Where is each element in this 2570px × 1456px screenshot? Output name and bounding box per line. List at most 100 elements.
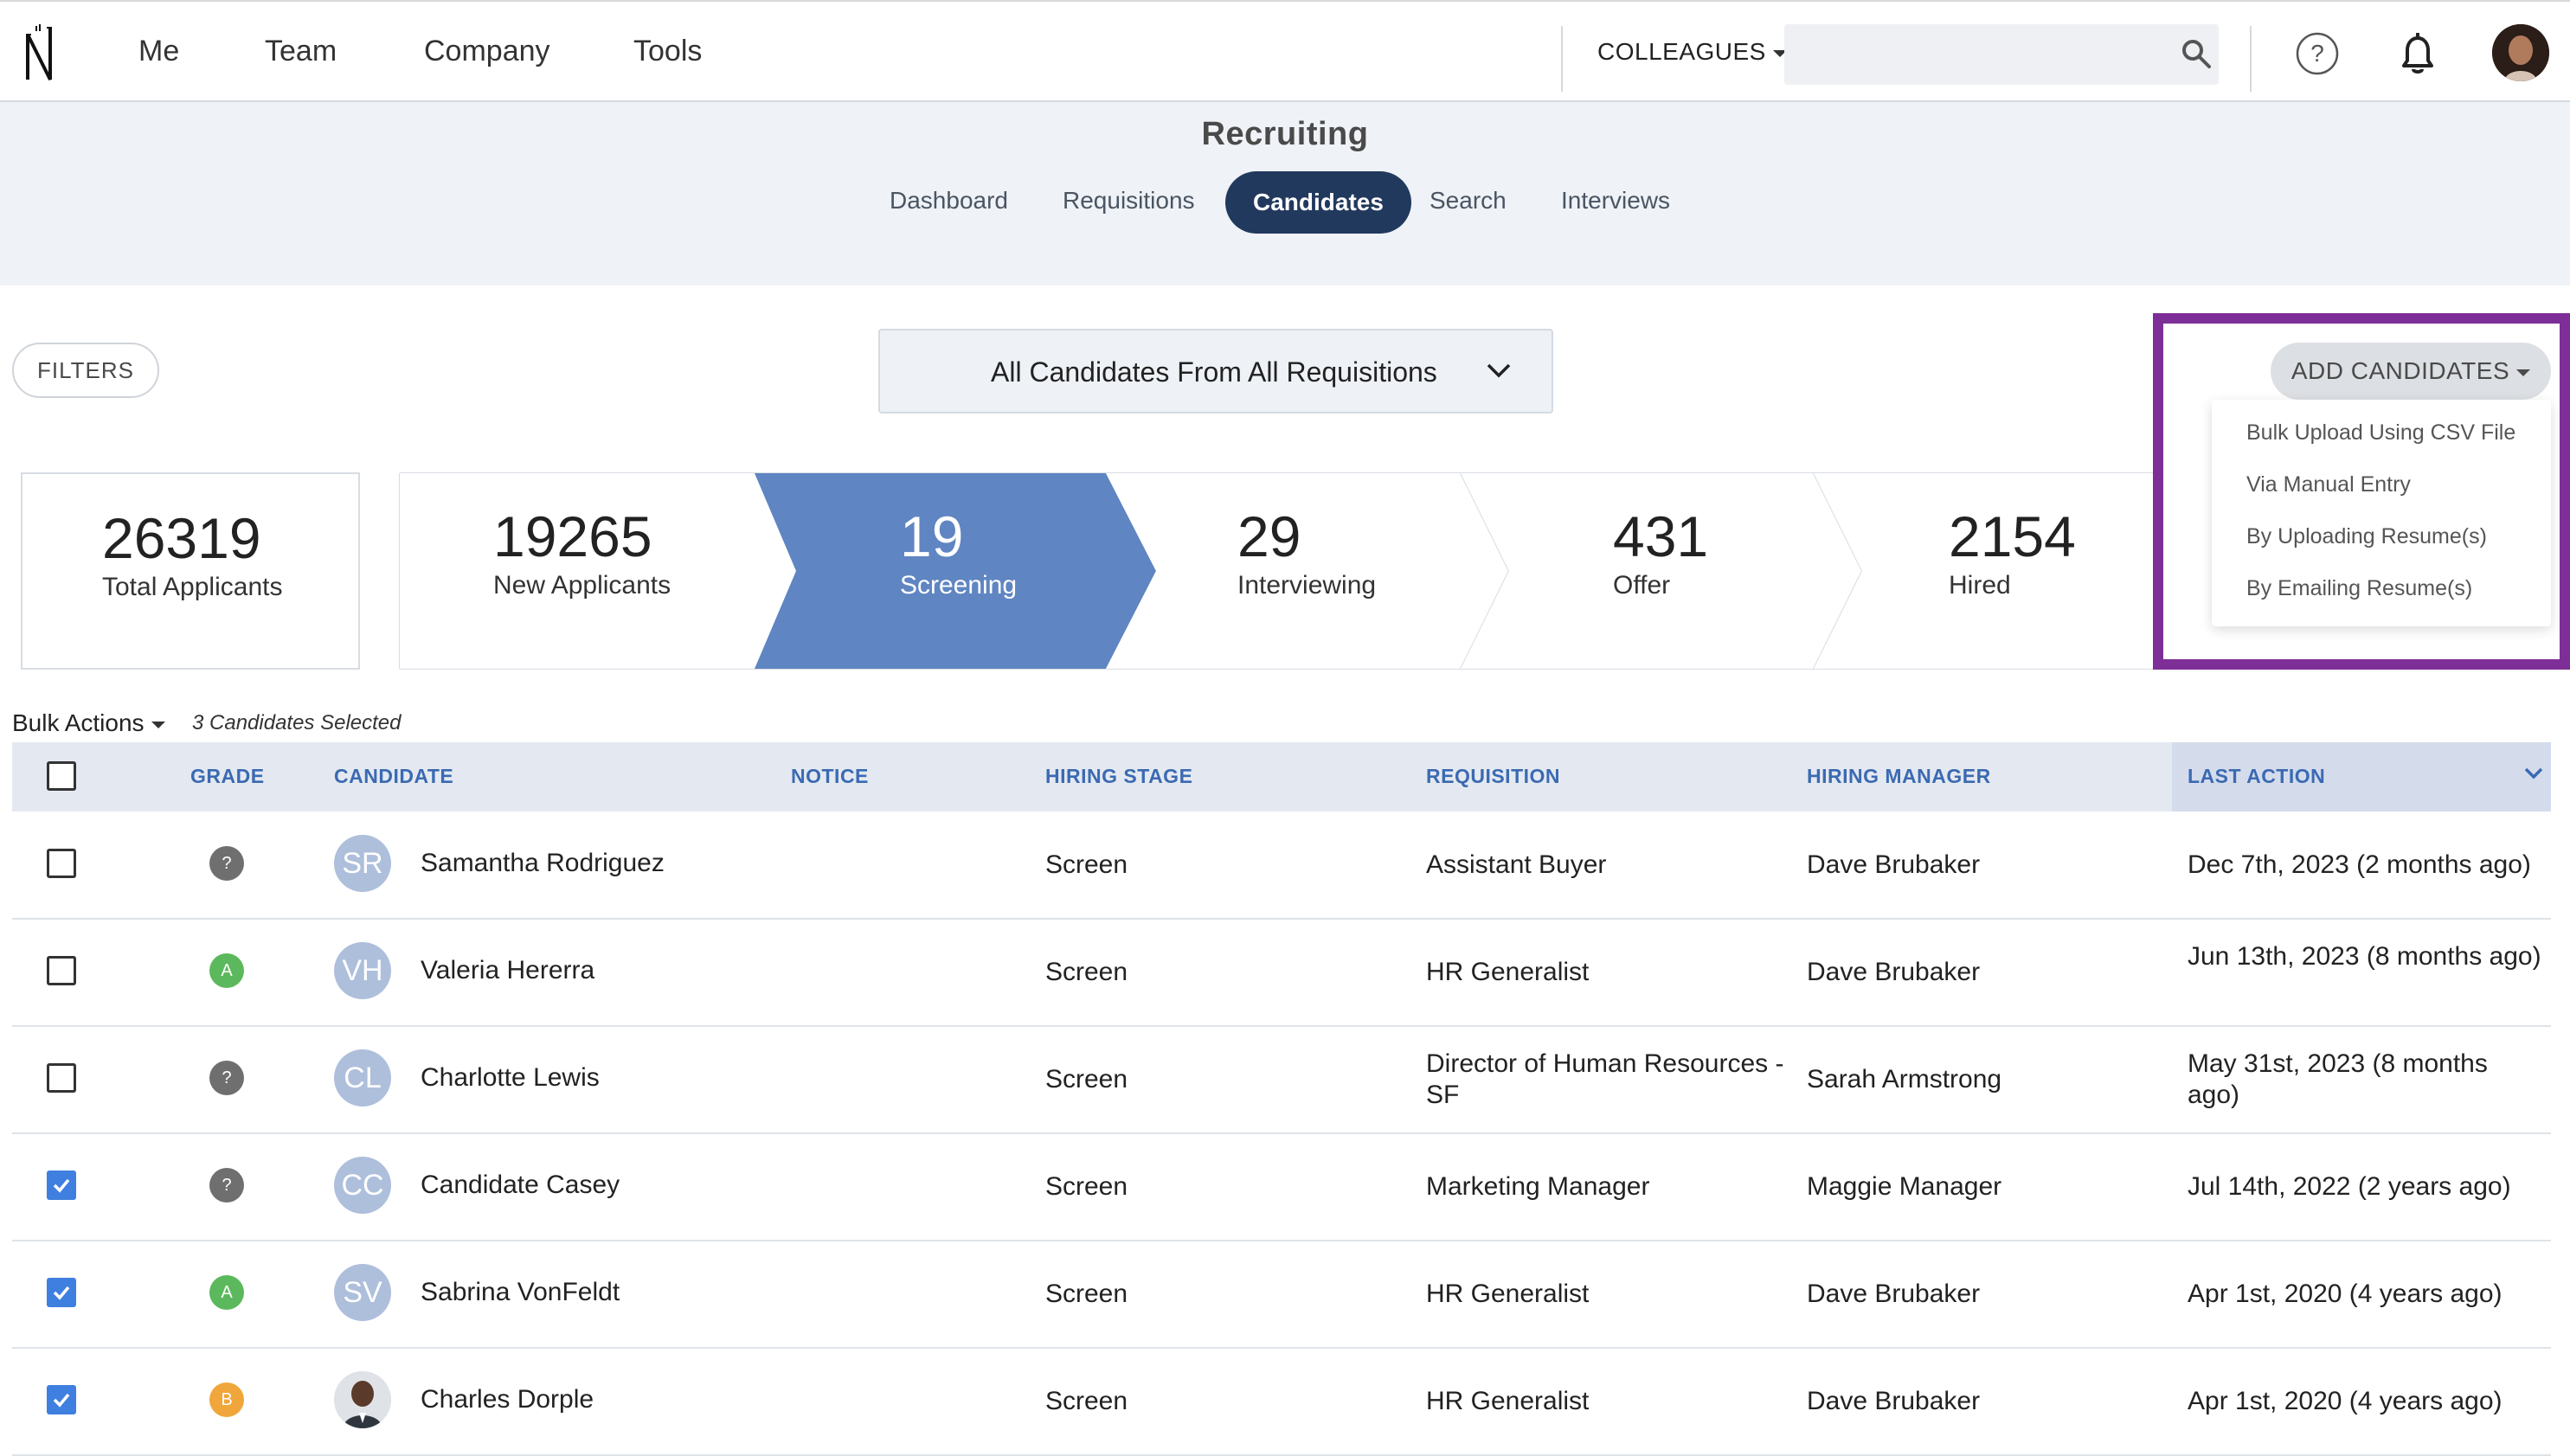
stat-hired-label: Hired — [1949, 571, 2011, 600]
top-navigation-bar: Me Team Company Tools COLLEAGUES ? — [0, 0, 2570, 102]
stat-interviewing-label: Interviewing — [1237, 571, 1377, 600]
check-icon — [53, 1178, 70, 1193]
add-candidates-menu: Bulk Upload Using CSV File Via Manual En… — [2212, 400, 2551, 626]
nav-link-team[interactable]: Team — [265, 35, 337, 68]
row-checkbox[interactable] — [47, 849, 76, 878]
column-header-notice[interactable]: NOTICE — [791, 765, 869, 788]
search-input[interactable] — [1784, 24, 2219, 85]
stat-total-applicants[interactable]: 26319 Total Applicants — [21, 472, 360, 670]
row-divider — [12, 1132, 2551, 1134]
colleagues-dropdown[interactable]: COLLEAGUES — [1597, 38, 1787, 66]
logo-icon[interactable] — [22, 22, 57, 85]
row-checkbox[interactable] — [47, 1171, 76, 1200]
row-divider — [12, 918, 2551, 920]
caret-down-icon — [2516, 369, 2531, 376]
sort-chevron-down-icon[interactable] — [2523, 766, 2544, 780]
help-icon[interactable]: ? — [2295, 31, 2340, 76]
bulk-actions-dropdown[interactable]: Bulk Actions — [12, 709, 165, 737]
tab-dashboard[interactable]: Dashboard — [890, 187, 1008, 215]
column-header-hiring-stage[interactable]: HIRING STAGE — [1045, 765, 1192, 788]
menu-item-upload-resume[interactable]: By Uploading Resume(s) — [2246, 524, 2487, 549]
requisition-select[interactable]: All Candidates From All Requisitions — [878, 329, 1553, 414]
tab-interviews[interactable]: Interviews — [1561, 187, 1670, 215]
hiring-stage-cell: Screen — [1045, 1172, 1128, 1201]
hiring-stage-cell: Screen — [1045, 1065, 1128, 1094]
grade-badge: A — [209, 953, 244, 988]
user-avatar[interactable] — [2492, 24, 2549, 81]
candidate-name[interactable]: Charlotte Lewis — [421, 1062, 600, 1094]
hiring-manager-cell: Dave Brubaker — [1807, 1387, 1981, 1415]
search-icon[interactable] — [2181, 38, 2212, 69]
grade-badge: B — [209, 1382, 244, 1417]
requisition-cell[interactable]: Marketing Manager — [1426, 1171, 1789, 1203]
hiring-stage-cell: Screen — [1045, 1387, 1128, 1415]
last-action-cell: Jul 14th, 2022 (2 years ago) — [2188, 1172, 2511, 1201]
column-header-last-action[interactable]: LAST ACTION — [2188, 765, 2325, 788]
hiring-stage-cell: Screen — [1045, 1280, 1128, 1308]
candidate-name[interactable]: Valeria Hererra — [421, 955, 594, 986]
topbar-divider — [1561, 26, 1563, 92]
stat-new-applicants-value: 19265 — [493, 504, 652, 568]
stat-screening-value: 19 — [900, 504, 964, 568]
tab-requisitions[interactable]: Requisitions — [1063, 187, 1195, 215]
requisition-cell[interactable]: Director of Human Resources - SF — [1426, 1049, 1789, 1111]
hiring-stage-cell: Screen — [1045, 958, 1128, 986]
colleagues-label: COLLEAGUES — [1597, 38, 1766, 65]
last-action-cell: May 31st, 2023 (8 months ago) — [2188, 1049, 2488, 1109]
hiring-manager-cell: Dave Brubaker — [1807, 850, 1981, 879]
row-checkbox[interactable] — [47, 1063, 76, 1093]
row-checkbox[interactable] — [47, 1278, 76, 1307]
grade-badge: ? — [209, 1168, 244, 1203]
column-header-grade[interactable]: GRADE — [190, 765, 265, 788]
menu-item-email-resume[interactable]: By Emailing Resume(s) — [2246, 576, 2472, 601]
candidate-avatar: CL — [334, 1049, 391, 1106]
last-action-cell: Jun 13th, 2023 (8 months ago) — [2188, 942, 2541, 971]
hiring-stage-cell: Screen — [1045, 850, 1128, 879]
tab-search[interactable]: Search — [1430, 187, 1507, 215]
row-checkbox[interactable] — [47, 956, 76, 985]
requisition-cell[interactable]: Assistant Buyer — [1426, 850, 1789, 881]
stat-new-applicants-label: New Applicants — [493, 571, 671, 600]
grade-badge: A — [209, 1275, 244, 1310]
column-header-candidate[interactable]: CANDIDATE — [334, 765, 453, 788]
candidate-avatar: SR — [334, 835, 391, 892]
column-header-hiring-manager[interactable]: HIRING MANAGER — [1807, 765, 1991, 788]
stat-total-label: Total Applicants — [102, 573, 283, 601]
stat-offer-value: 431 — [1613, 504, 1709, 568]
filters-button[interactable]: FILTERS — [12, 343, 159, 398]
nav-link-tools[interactable]: Tools — [633, 35, 702, 68]
add-candidates-label: ADD CANDIDATES — [2291, 357, 2510, 384]
row-checkbox[interactable] — [47, 1385, 76, 1414]
row-divider — [12, 1025, 2551, 1027]
topbar-divider — [2250, 26, 2252, 92]
select-all-checkbox[interactable] — [47, 761, 76, 791]
column-header-requisition[interactable]: REQUISITION — [1426, 765, 1560, 788]
bulk-actions-label: Bulk Actions — [12, 709, 145, 736]
grade-badge: ? — [209, 846, 244, 881]
add-candidates-button[interactable]: ADD CANDIDATES — [2271, 343, 2551, 400]
requisition-cell[interactable]: HR Generalist — [1426, 957, 1789, 988]
tab-candidates[interactable]: Candidates — [1225, 171, 1411, 234]
candidate-name[interactable]: Samantha Rodriguez — [421, 848, 665, 879]
hiring-manager-cell: Maggie Manager — [1807, 1172, 2002, 1201]
menu-item-manual-entry[interactable]: Via Manual Entry — [2246, 472, 2411, 497]
candidate-name[interactable]: Sabrina VonFeldt — [421, 1277, 620, 1308]
hiring-manager-cell: Dave Brubaker — [1807, 1280, 1981, 1308]
row-divider — [12, 1347, 2551, 1349]
last-action-cell: Apr 1st, 2020 (4 years ago) — [2188, 1280, 2503, 1308]
candidate-name[interactable]: Charles Dorple — [421, 1384, 594, 1415]
bell-icon[interactable] — [2395, 29, 2440, 78]
stat-hired-value: 2154 — [1949, 504, 2076, 568]
stat-interviewing-value: 29 — [1237, 504, 1301, 568]
requisition-cell[interactable]: HR Generalist — [1426, 1279, 1789, 1310]
requisition-cell[interactable]: HR Generalist — [1426, 1386, 1789, 1417]
nav-link-company[interactable]: Company — [424, 35, 550, 68]
nav-link-me[interactable]: Me — [138, 35, 179, 68]
stat-screening-label: Screening — [900, 571, 1018, 600]
candidate-name[interactable]: Candidate Casey — [421, 1170, 620, 1201]
hiring-manager-cell: Dave Brubaker — [1807, 958, 1981, 986]
last-action-cell: Dec 7th, 2023 (2 months ago) — [2188, 850, 2531, 879]
help-glyph: ? — [2310, 40, 2324, 67]
menu-item-bulk-upload-csv[interactable]: Bulk Upload Using CSV File — [2246, 420, 2515, 446]
stat-total-value: 26319 — [102, 506, 261, 570]
